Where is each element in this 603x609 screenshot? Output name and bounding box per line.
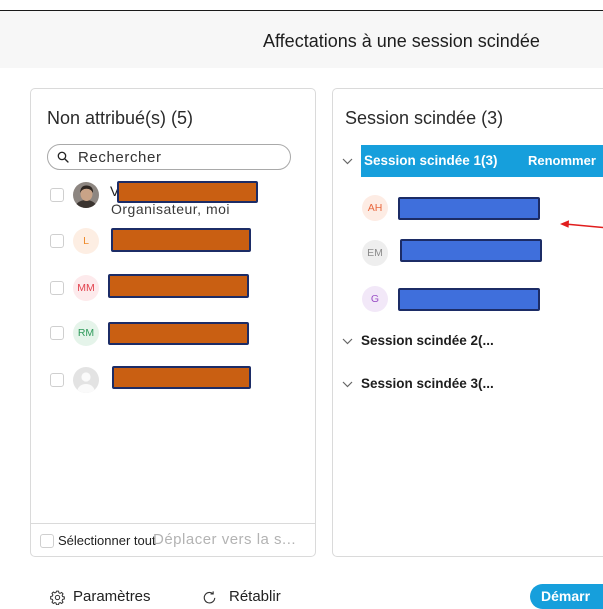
initials-avatar: RM — [73, 320, 99, 346]
session-row-3[interactable]: Session scindée 3(... — [333, 372, 603, 396]
search-box[interactable] — [47, 144, 291, 170]
participant-row[interactable]: MM — [31, 274, 315, 301]
rename-button[interactable]: Renommer — [528, 145, 596, 177]
reset-label: Rétablir — [229, 588, 281, 605]
initials-avatar: MM — [73, 275, 99, 301]
select-all-checkbox[interactable] — [40, 534, 54, 548]
redaction-box — [117, 181, 258, 203]
session-member-row[interactable]: EM — [333, 239, 603, 266]
reset-button[interactable]: Rétablir — [202, 588, 287, 606]
redaction-box — [111, 228, 251, 252]
person-silhouette-icon — [73, 367, 99, 393]
settings-label: Paramètres — [73, 588, 151, 605]
participant-row[interactable]: RM — [31, 320, 315, 346]
start-label: Démarr — [541, 588, 591, 604]
start-button[interactable]: Démarr — [530, 584, 603, 609]
annotation-arrow — [560, 220, 603, 229]
settings-button[interactable]: Paramètres — [50, 588, 155, 606]
sessions-panel: Session scindée (3) Session scindée 1(3)… — [332, 88, 603, 557]
participant-role: Organisateur, moi — [111, 201, 230, 217]
redaction-box — [108, 274, 249, 298]
dialog-title: Affectations à une session scindée — [263, 31, 540, 51]
initials-avatar: EM — [362, 240, 388, 266]
participant-row[interactable]: V Organisateur, moi — [31, 181, 315, 217]
redaction-box — [398, 197, 540, 220]
gear-icon — [50, 590, 65, 605]
participant-checkbox[interactable] — [50, 373, 64, 387]
initials-avatar: AH — [362, 195, 388, 221]
session-row-1[interactable]: Session scindée 1(3) Renommer — [361, 145, 603, 177]
participant-checkbox[interactable] — [50, 234, 64, 248]
unassigned-panel-footer: Sélectionner tout Déplacer vers la s... — [31, 523, 315, 556]
user-photo-avatar-icon — [73, 182, 99, 208]
redaction-box — [112, 366, 251, 389]
unassigned-panel: Non attribué(s) (5) V Organisateur, moi … — [30, 88, 316, 557]
participant-row[interactable] — [31, 366, 315, 393]
unassigned-panel-title: Non attribué(s) (5) — [47, 108, 194, 128]
select-all-label[interactable]: Sélectionner tout — [58, 533, 156, 549]
session-label: Session scindée 1(3) — [364, 153, 498, 168]
session-member-row[interactable]: G — [333, 286, 603, 312]
session-label: Session scindée 2(... — [361, 333, 494, 348]
session-row-2[interactable]: Session scindée 2(... — [333, 329, 603, 353]
sessions-panel-title: Session scindée (3) — [345, 108, 504, 128]
session-label: Session scindée 3(... — [361, 376, 494, 391]
redaction-box — [108, 322, 249, 345]
participant-checkbox[interactable] — [50, 281, 64, 295]
refresh-icon — [203, 591, 216, 604]
redaction-box — [398, 288, 540, 311]
initials-avatar: L — [73, 228, 99, 254]
participant-checkbox[interactable] — [50, 326, 64, 340]
search-input[interactable] — [78, 145, 278, 169]
chevron-down-icon[interactable] — [342, 158, 353, 165]
chevron-down-icon[interactable] — [342, 381, 353, 388]
search-icon — [57, 151, 69, 163]
participant-row[interactable]: L — [31, 228, 315, 254]
initials-avatar: G — [362, 286, 388, 312]
move-to-session-button[interactable]: Déplacer vers la s... — [153, 531, 296, 549]
chevron-down-icon[interactable] — [342, 338, 353, 345]
dialog-header: Affectations à une session scindée — [0, 11, 603, 68]
participant-checkbox[interactable] — [50, 188, 64, 202]
redaction-box — [400, 239, 542, 262]
